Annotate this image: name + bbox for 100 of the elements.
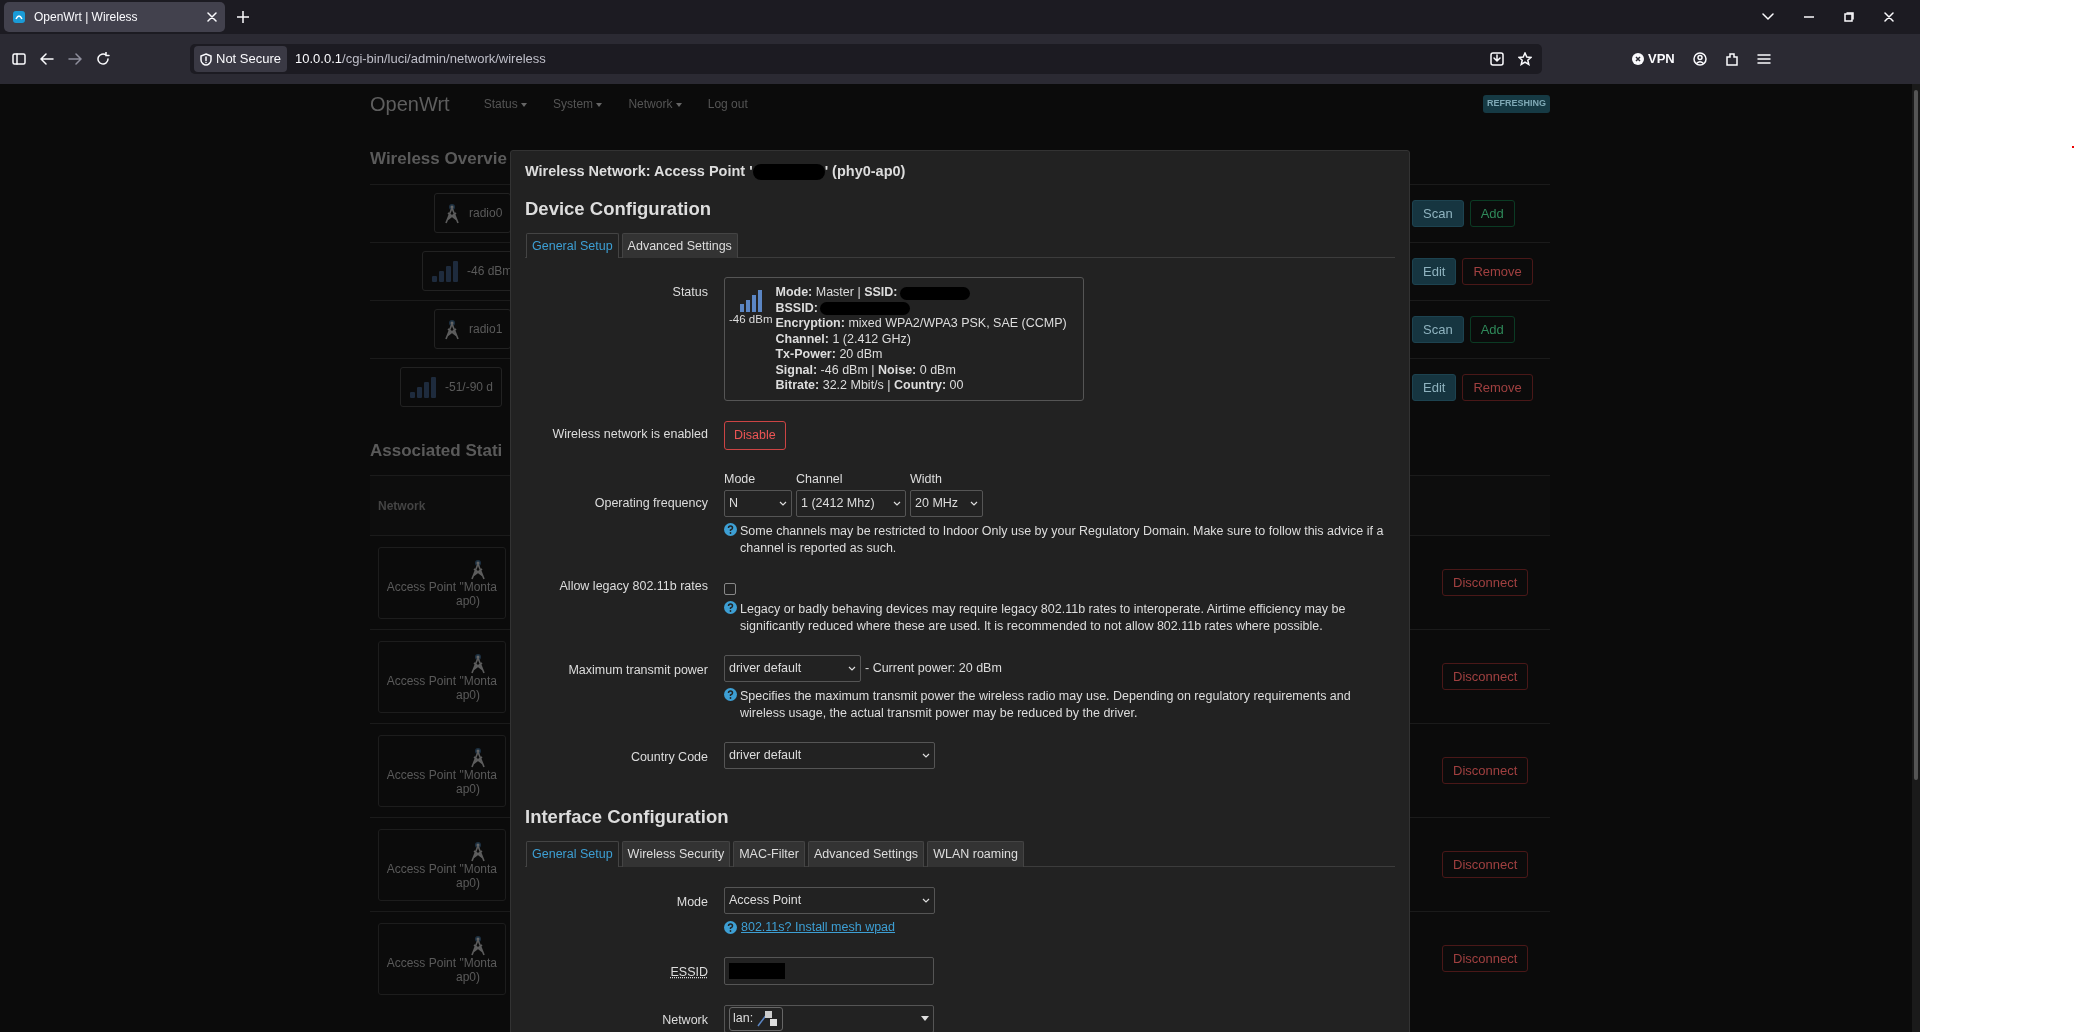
help-text: Specifies the maximum transmit power the wireless radio may use. Depending on regulatory requirements and wireless usage, the actual transmit power may be reduced by the driver. [740, 688, 1352, 723]
dropdown-select[interactable]: Access Point [724, 886, 935, 914]
action-button[interactable]: Add [1469, 315, 1515, 343]
network-name: Access Point "Monta [386, 767, 497, 782]
current-power-text: - Current power: 20 dBm [865, 660, 1002, 678]
status-line: Bitrate: 32.2 Mbit/s | Country: 00 [775, 378, 964, 394]
section-heading: Associated Stati [370, 439, 503, 462]
action-button[interactable]: Remove [1462, 257, 1533, 285]
dialog-title: Wireless Network: Access Point ' [525, 162, 753, 181]
antenna-tower-icon [443, 202, 461, 224]
signal-bars-icon [431, 260, 459, 282]
field-label: Mode [675, 893, 708, 911]
caret-icon [596, 102, 603, 107]
signal-bars-icon [409, 376, 437, 398]
status-line: Signal: -46 dBm | Noise: 0 dBm [775, 362, 956, 379]
brand-logo[interactable]: OpenWrt [370, 89, 450, 119]
section-heading: Wireless Overvie [370, 148, 507, 170]
caret-icon [521, 102, 528, 107]
network-name: Access Point "Monta [386, 955, 497, 970]
tab[interactable]: MAC-Filter [733, 841, 805, 867]
disconnect-button[interactable]: Disconnect [1442, 663, 1529, 690]
dropdown-select[interactable]: N [724, 490, 792, 518]
security-indicator[interactable]: Not Secure [194, 46, 288, 72]
field-label: Allow legacy 802.11b rates [558, 578, 708, 596]
caret-icon [675, 102, 682, 107]
disconnect-button[interactable]: Disconnect [1442, 569, 1529, 596]
network-select[interactable]: lan: [724, 1004, 934, 1032]
account-icon[interactable] [1692, 52, 1707, 66]
section-heading: Device Configuration [525, 196, 713, 221]
dropdown-select[interactable]: 1 (2412 Mhz) [796, 490, 906, 518]
network-name: ap0) [455, 687, 481, 702]
chevron-down-icon [893, 501, 901, 507]
text-input-field[interactable] [724, 956, 934, 985]
network-name: ap0) [455, 875, 481, 890]
action-button[interactable]: Scan [1412, 315, 1464, 343]
disable-button[interactable]: Disable [724, 420, 786, 450]
action-button[interactable]: Scan [1412, 199, 1464, 227]
status-badge: REFRESHING [1483, 95, 1550, 113]
scrollbar-thumb[interactable] [1914, 90, 1918, 780]
chevron-down-icon [779, 501, 787, 507]
dropdown-select[interactable]: 20 MHz [910, 490, 983, 518]
signal-bars-icon [738, 290, 763, 313]
bookmark-star-icon[interactable] [1518, 52, 1532, 66]
status-line: Tx-Power: 20 dBm [775, 347, 883, 363]
browser-tab[interactable]: OpenWrt | Wireless [4, 2, 225, 32]
action-button[interactable]: Edit [1412, 373, 1457, 401]
vpn-button[interactable]: VPN [1632, 49, 1675, 69]
field-label: Maximum transmit power [567, 662, 708, 680]
checkbox[interactable] [724, 583, 736, 596]
tab[interactable]: WLAN roaming [927, 841, 1024, 867]
chevron-down-icon [848, 666, 856, 672]
field-label: Network [661, 1011, 708, 1029]
antenna-tower-icon [469, 745, 487, 768]
url-text[interactable]: 10.0.0.1/cgi-bin/luci/admin/network/wireless [295, 49, 546, 69]
network-name: ap0) [455, 781, 481, 796]
signal-reading: -46 dBm [729, 312, 773, 328]
reload-icon[interactable] [96, 52, 110, 66]
new-tab-icon[interactable] [237, 11, 249, 23]
menu-icon[interactable] [1756, 53, 1771, 65]
device-label: -51/-90 d [445, 379, 494, 396]
restore-icon[interactable] [1844, 12, 1854, 22]
action-button[interactable]: Add [1469, 199, 1515, 227]
tab[interactable]: General Setup [526, 841, 619, 867]
dropdown-select[interactable]: driver default [724, 655, 861, 683]
status-line: Encryption: mixed WPA2/WPA3 PSK, SAE (CCMP) [775, 316, 1067, 332]
field-label: Status [671, 284, 708, 302]
action-button[interactable]: Edit [1412, 257, 1457, 285]
network-name: ap0) [455, 969, 481, 984]
dropdown-select[interactable]: driver default [724, 742, 935, 770]
field-label: Operating frequency [593, 494, 708, 512]
section-heading: Interface Configuration [525, 805, 730, 830]
tab[interactable]: Wireless Security [621, 841, 731, 867]
help-text: Legacy or badly behaving devices may require legacy 802.11b rates to interoperate. Airtime efficiency may be significantly reduced where these are used. It is recommended to not allow 802.11b rates where possible. [740, 601, 1347, 636]
install-link[interactable]: 802.11s? Install mesh wpad [741, 917, 896, 937]
help-icon [724, 523, 737, 537]
tab[interactable]: Advanced Settings [807, 841, 925, 867]
close-icon[interactable] [207, 12, 217, 22]
device-label: radio0 [469, 205, 503, 222]
forward-arrow-icon[interactable] [68, 53, 82, 65]
device-label: radio1 [469, 321, 503, 338]
status-line: Channel: 1 (2.412 GHz) [775, 331, 911, 348]
sidebar-icon[interactable] [12, 53, 26, 65]
action-button[interactable]: Remove [1462, 373, 1533, 401]
network-name: ap0) [455, 593, 481, 608]
disconnect-button[interactable]: Disconnect [1442, 757, 1529, 784]
help-icon [724, 688, 737, 702]
site-favicon-icon [12, 10, 26, 24]
save-page-icon[interactable] [1490, 52, 1504, 66]
network-name: Access Point "Monta [386, 861, 497, 876]
tab-title: OpenWrt | Wireless [34, 9, 139, 26]
dot-mark [2072, 146, 2074, 148]
puzzle-piece-icon[interactable] [1724, 52, 1739, 66]
chevron-down-icon[interactable] [1762, 13, 1774, 21]
back-arrow-icon[interactable] [40, 53, 54, 65]
tab[interactable]: Advanced Settings [621, 232, 738, 259]
disconnect-button[interactable]: Disconnect [1442, 945, 1529, 972]
network-name: Access Point "Monta [386, 673, 497, 688]
tab[interactable]: General Setup [526, 232, 619, 259]
close-icon[interactable] [1884, 12, 1894, 22]
disconnect-button[interactable]: Disconnect [1442, 851, 1529, 878]
